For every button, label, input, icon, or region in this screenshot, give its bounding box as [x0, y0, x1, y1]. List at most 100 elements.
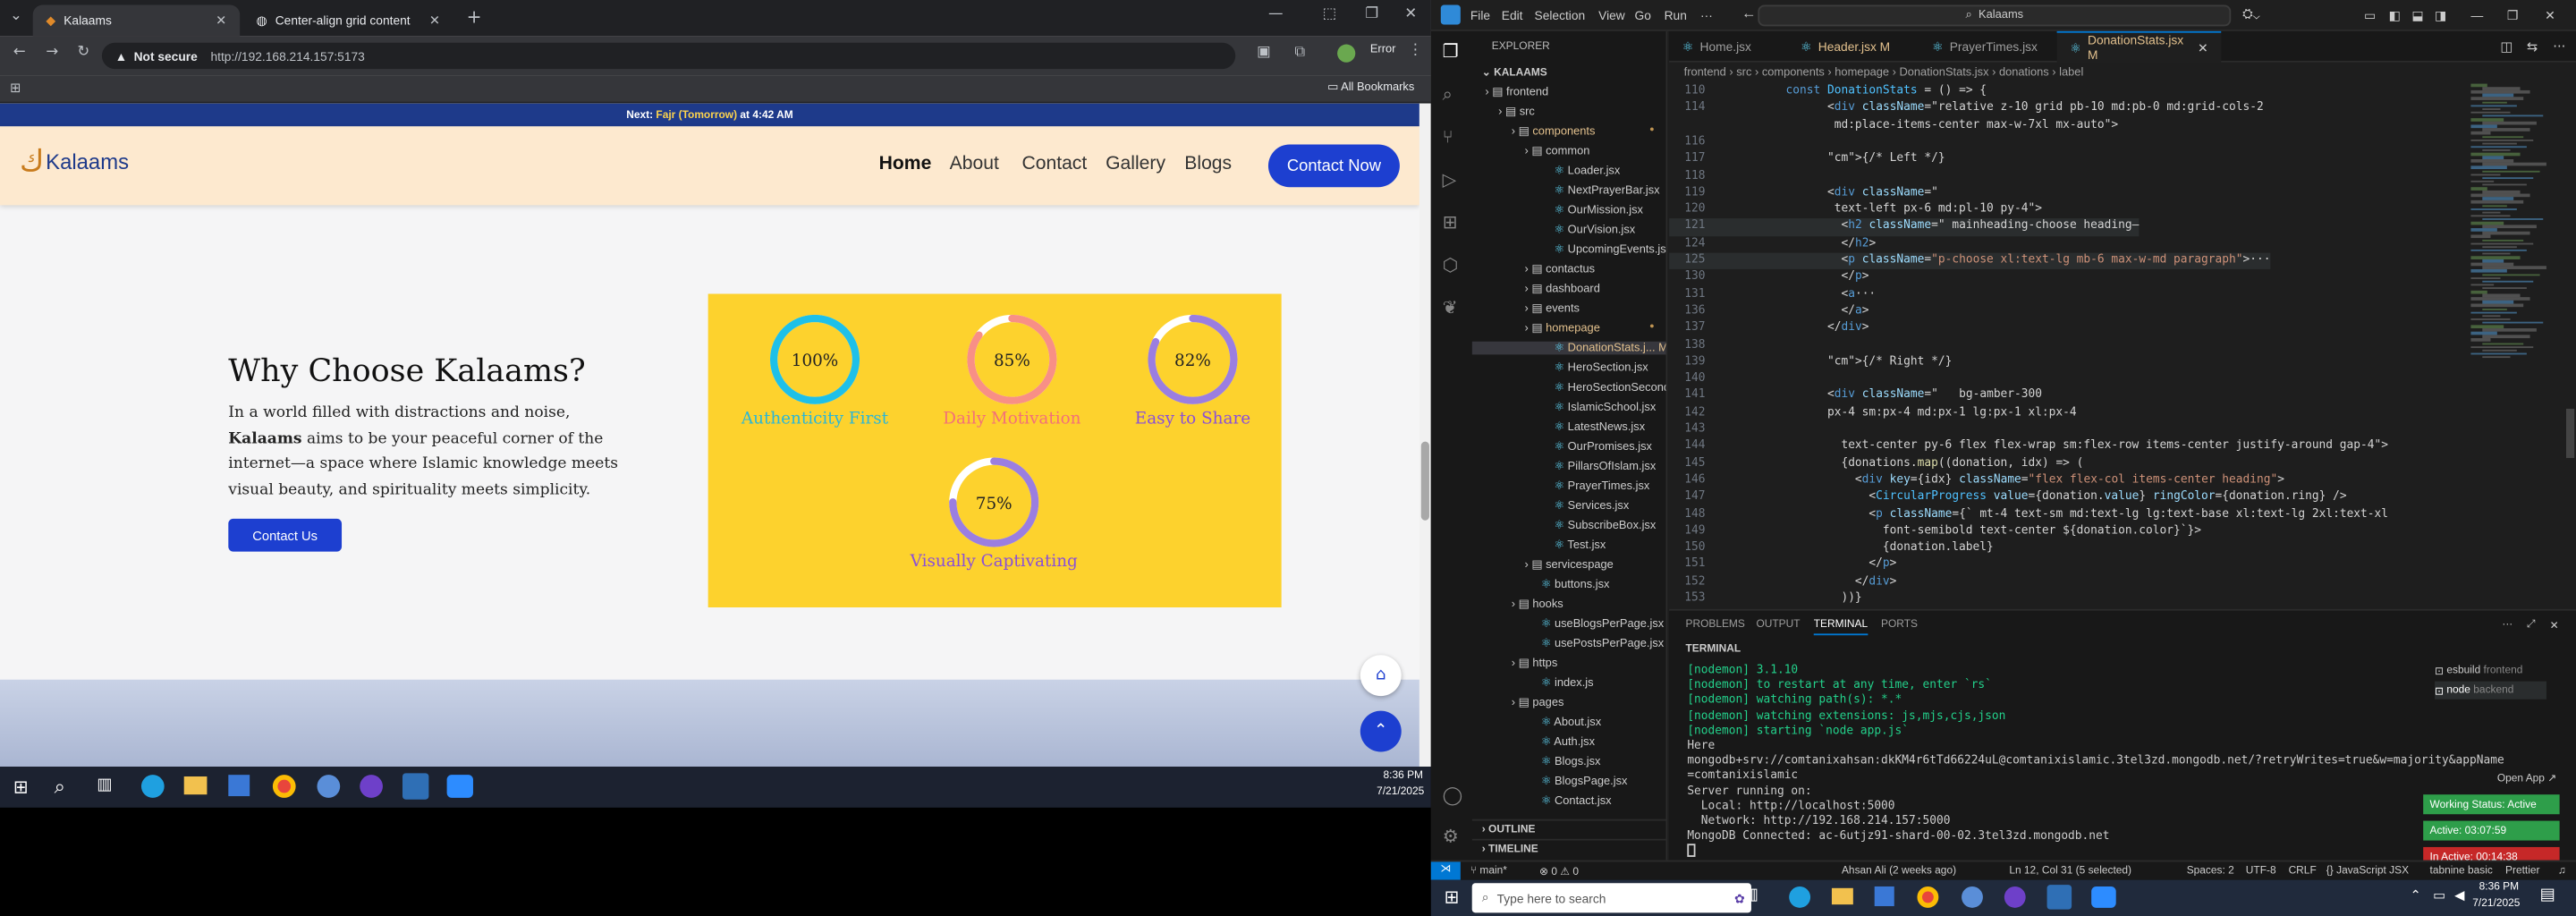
browser-tab-kalaams[interactable]: ◆ Kalaams ✕ [32, 4, 241, 37]
nav-gallery[interactable]: Gallery [1106, 155, 1165, 174]
task-view-icon[interactable]: ▥ [97, 776, 112, 794]
tree-file[interactable]: ⚛ buttons.jsx [1472, 578, 1666, 591]
cursor-position[interactable]: Ln 12, Col 31 (5 selected) [2009, 865, 2131, 877]
code-line[interactable]: md:place-items-center max-w-7xl mx-auto"… [1669, 117, 2118, 134]
code-line[interactable]: 121 <h2 className=" mainheading-choose h… [1669, 218, 2140, 236]
browser-tab-center-align[interactable]: ◍ Center-align grid content ✕ [243, 5, 453, 37]
copilot-icon[interactable]: ⛭⌄ [2242, 6, 2260, 22]
task-view-icon[interactable]: ▥ [1743, 886, 1758, 904]
profile-error-badge[interactable]: Error [1370, 45, 1396, 56]
code-line[interactable]: 125 <p className="p-choose xl:text-lg mb… [1669, 252, 2271, 270]
tree-file[interactable]: ⚛ Blogs.jsx [1472, 755, 1666, 768]
tree-file[interactable]: ⚛ IslamicSchool.jsx [1472, 401, 1666, 414]
restore-icon[interactable]: ❐ [1365, 6, 1378, 22]
tree-file[interactable]: ⚛ PrayerTimes.jsx [1472, 479, 1666, 493]
code-line[interactable]: 117 "cm">{/* Left */} [1669, 151, 1945, 168]
nav-blogs[interactable]: Blogs [1184, 155, 1232, 174]
tree-file[interactable]: ⚛ index.js [1472, 676, 1666, 690]
tree-file[interactable]: ⚛ Test.jsx [1472, 539, 1666, 552]
sidebar-toggle-icon[interactable]: ◧ [2389, 8, 2401, 23]
windows-start-icon[interactable]: ⊞ [13, 776, 29, 798]
code-line[interactable]: 150 {donation.label} [1669, 540, 1993, 557]
tree-folder[interactable]: › ▤ https [1472, 657, 1666, 670]
scrollbar-thumb[interactable] [1420, 441, 1429, 521]
notification-center-icon[interactable]: ▤ [2540, 886, 2555, 904]
code-line[interactable]: 124 </h2> [1669, 236, 1876, 253]
nav-about[interactable]: About [950, 155, 999, 174]
code-line[interactable]: 144 text-center py-6 flex flex-wrap sm:f… [1669, 439, 2388, 456]
close-tab-icon[interactable]: ✕ [2198, 40, 2208, 55]
outline-section[interactable]: › OUTLINE [1471, 818, 1666, 839]
tree-file[interactable]: ⚛ OurMission.jsx [1472, 204, 1666, 216]
split-editor-icon[interactable]: ◫ [2501, 39, 2513, 55]
avatar[interactable] [1337, 44, 1356, 63]
tree-file[interactable]: ⚛ About.jsx [1472, 716, 1666, 729]
app-icon[interactable] [317, 775, 341, 798]
tree-file[interactable]: ⚛ HeroSectionSecond.j... [1472, 381, 1666, 394]
notifications-bell-icon[interactable]: ♫ [2558, 865, 2566, 877]
tree-file[interactable]: ⚛ Loader.jsx [1472, 165, 1666, 177]
code-line[interactable]: 149 font-semibold text-center ${donation… [1669, 523, 2201, 540]
code-line[interactable]: 138 [1669, 337, 1785, 354]
code-line[interactable]: 146 <div key={idx} className="flex flex-… [1669, 472, 2284, 489]
store-icon[interactable] [228, 775, 250, 797]
search-icon[interactable]: ⌕ [1443, 84, 1453, 107]
code-line[interactable]: 137 </div> [1669, 320, 1868, 337]
extensions-icon[interactable]: ⊞ [1443, 212, 1458, 233]
tree-file[interactable]: ⚛ PillarsOfIslam.jsx [1472, 460, 1666, 473]
tree-folder[interactable]: › ▤ contactus [1472, 263, 1666, 276]
code-line[interactable]: 141 <div className=" bg-amber-300 [1669, 388, 2042, 405]
windows-start-icon[interactable]: ⊞ [1444, 886, 1459, 908]
contact-now-button[interactable]: Contact Now [1267, 144, 1400, 188]
tree-folder[interactable]: › ▤ events [1472, 302, 1666, 315]
code-line[interactable]: 116 [1669, 134, 1785, 151]
tree-file[interactable]: ⚛ OurVision.jsx [1472, 224, 1666, 236]
all-bookmarks[interactable]: ▭ All Bookmarks [1327, 81, 1414, 94]
menu-kebab-icon[interactable]: ⋮ [1408, 43, 1423, 59]
code-line[interactable]: 120 text-left px-6 md:pl-10 py-4"> [1669, 202, 2042, 219]
zoom-icon[interactable] [2091, 886, 2116, 908]
code-line[interactable]: 148 <p className={` mt-4 text-sm md:text… [1669, 506, 2388, 523]
chrome-icon[interactable] [1917, 886, 1939, 908]
tree-file[interactable]: ⚛ LatestNews.jsx [1472, 420, 1666, 434]
code-line[interactable]: 118 [1669, 168, 1785, 185]
tree-file[interactable]: ⚛ Auth.jsx [1472, 735, 1666, 749]
vscode-icon[interactable] [402, 773, 429, 800]
code-line[interactable]: 130 </p> [1669, 270, 1868, 287]
command-center-search[interactable]: ⌕ Kalaams [1758, 4, 2232, 27]
file-explorer-icon[interactable] [1831, 887, 1853, 905]
tab-problems[interactable]: PROBLEMS [1685, 619, 1744, 631]
tree-folder[interactable]: › ▤ dashboard [1472, 283, 1666, 295]
edge-icon[interactable] [1789, 886, 1811, 908]
run-debug-icon[interactable]: ▷ [1443, 169, 1457, 191]
git-blame[interactable]: Ahsan Ali (2 weeks ago) [1842, 865, 1956, 877]
workspace-root[interactable]: ⌄ KALAAMS [1482, 65, 1547, 79]
nav-contact[interactable]: Contact [1021, 155, 1087, 174]
tab-output[interactable]: OUTPUT [1756, 619, 1800, 631]
chrome-icon[interactable] [272, 775, 296, 798]
menu-view[interactable]: View [1598, 8, 1625, 23]
editor-tab-header[interactable]: ⚛ Header.jsx M [1787, 31, 1919, 63]
minimap[interactable] [2464, 83, 2563, 606]
code-line[interactable]: 151 </p> [1669, 557, 1896, 574]
code-line[interactable]: 147 <CircularProgress value={donation.va… [1669, 489, 2346, 506]
tree-file[interactable]: ⚛ UpcomingEvents.jsx [1472, 243, 1666, 256]
back-icon[interactable]: ← [13, 45, 26, 61]
tabnine-status[interactable]: tabnine basic [2430, 865, 2493, 877]
scrollbar-thumb[interactable] [2565, 408, 2575, 459]
edge-icon[interactable] [140, 775, 165, 798]
code-line[interactable]: 110 const DonationStats = () => { [1669, 84, 1987, 101]
code-editor[interactable]: 110 const DonationStats = () => {114 <div… [1669, 84, 2464, 606]
remote-indicator-icon[interactable]: ⋊ [1430, 861, 1461, 880]
line-ending[interactable]: CRLF [2289, 865, 2317, 877]
new-tab-icon[interactable]: + [467, 6, 482, 28]
secondary-sidebar-icon[interactable]: ◨ [2435, 8, 2446, 23]
source-control-icon[interactable]: ⑂ [1443, 126, 1453, 148]
forward-icon[interactable]: → [46, 45, 58, 61]
editor-scrollbar[interactable] [2564, 83, 2576, 606]
tree-folder[interactable]: › ▤ src [1472, 105, 1666, 118]
breadcrumb[interactable]: frontend › src › components › homepage ›… [1669, 63, 2576, 84]
menu-file[interactable]: File [1470, 8, 1490, 23]
maximize-panel-icon[interactable]: ⤢ [2527, 619, 2536, 632]
prayer-popup-button[interactable]: ⌂ [1360, 655, 1402, 697]
